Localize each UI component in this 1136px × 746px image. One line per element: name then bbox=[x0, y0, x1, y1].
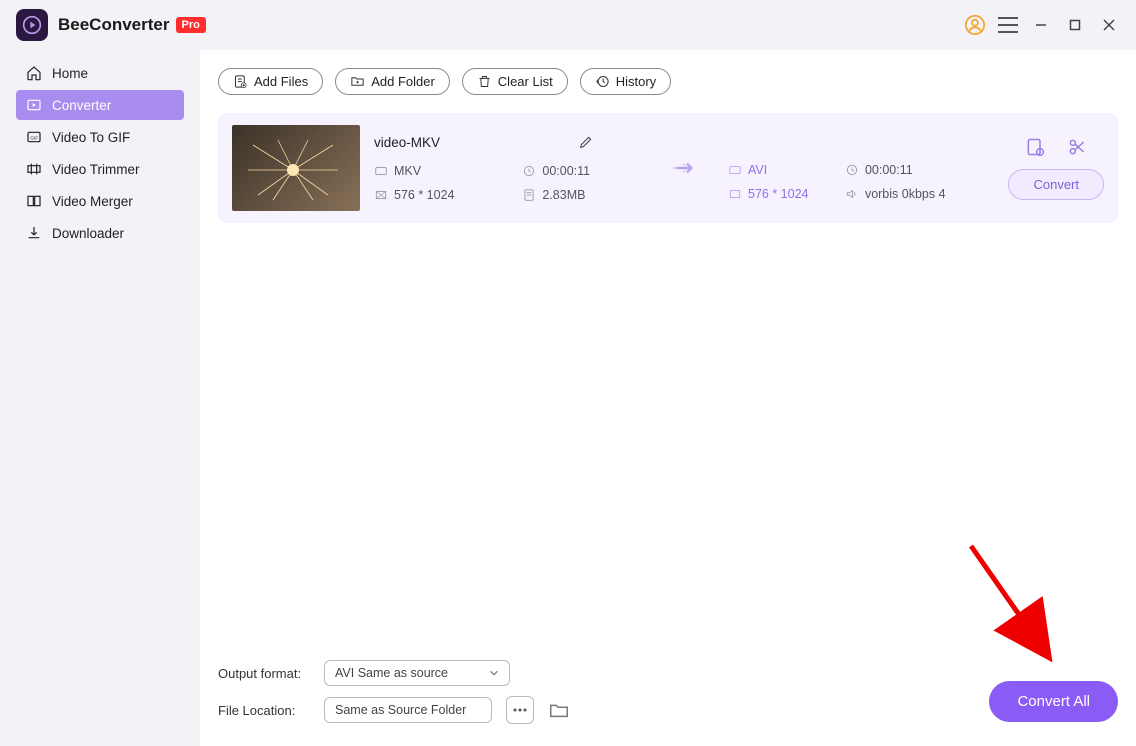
dst-audio: vorbis 0kbps 4 bbox=[845, 187, 958, 201]
history-button[interactable]: History bbox=[580, 68, 671, 95]
button-label: Clear List bbox=[498, 74, 553, 89]
button-label: Add Files bbox=[254, 74, 308, 89]
history-icon bbox=[595, 74, 610, 89]
trimmer-icon bbox=[26, 161, 42, 177]
sidebar-item-label: Home bbox=[52, 66, 88, 81]
download-icon bbox=[26, 225, 42, 241]
dst-resolution[interactable]: 576 * 1024 bbox=[728, 187, 821, 201]
minimize-button[interactable] bbox=[1030, 14, 1052, 36]
output-format-label: Output format: bbox=[218, 666, 310, 681]
merger-icon bbox=[26, 193, 42, 209]
sidebar-item-gif[interactable]: GIF Video To GIF bbox=[16, 122, 184, 152]
file-card: video-MKV MKV 00:00:11 576 * 1024 2.83MB… bbox=[218, 113, 1118, 223]
open-folder-icon[interactable] bbox=[548, 699, 570, 721]
sidebar-item-label: Converter bbox=[52, 98, 111, 113]
pro-badge: Pro bbox=[176, 17, 206, 33]
src-duration: 00:00:11 bbox=[522, 164, 634, 178]
maximize-button[interactable] bbox=[1064, 14, 1086, 36]
src-size: 2.83MB bbox=[522, 188, 634, 202]
sidebar-item-label: Video Merger bbox=[52, 194, 133, 209]
select-value: Same as Source Folder bbox=[335, 703, 466, 717]
settings-icon[interactable] bbox=[1025, 137, 1045, 157]
file-title: video-MKV bbox=[374, 135, 440, 150]
output-format-select[interactable]: AVI Same as source bbox=[324, 660, 510, 686]
app-logo bbox=[16, 9, 48, 41]
output-info: AVI 00:00:11 576 * 1024 vorbis 0kbps 4 bbox=[728, 135, 958, 201]
select-value: AVI Same as source bbox=[335, 666, 448, 680]
menu-icon[interactable] bbox=[998, 17, 1018, 33]
file-location-select[interactable]: Same as Source Folder bbox=[324, 697, 492, 723]
toolbar: Add Files Add Folder Clear List History bbox=[218, 68, 1118, 95]
dots-icon bbox=[513, 708, 527, 712]
app-name: BeeConverter bbox=[58, 15, 170, 35]
convert-all-button[interactable]: Convert All bbox=[989, 681, 1118, 722]
src-format: MKV bbox=[374, 164, 498, 178]
chevron-down-icon bbox=[489, 668, 499, 678]
gif-icon: GIF bbox=[26, 129, 42, 145]
more-options-button[interactable] bbox=[506, 696, 534, 724]
arrow-right-icon bbox=[666, 159, 696, 177]
button-label: Add Folder bbox=[371, 74, 435, 89]
sidebar-item-trimmer[interactable]: Video Trimmer bbox=[16, 154, 184, 184]
sidebar-item-downloader[interactable]: Downloader bbox=[16, 218, 184, 248]
trash-icon bbox=[477, 74, 492, 89]
add-files-button[interactable]: Add Files bbox=[218, 68, 323, 95]
svg-text:GIF: GIF bbox=[30, 135, 38, 140]
titlebar: BeeConverter Pro bbox=[0, 0, 1136, 50]
file-plus-icon bbox=[233, 74, 248, 89]
user-icon[interactable] bbox=[964, 14, 986, 36]
sparkler-icon bbox=[233, 130, 353, 210]
clear-list-button[interactable]: Clear List bbox=[462, 68, 568, 95]
bottom-bar: Output format: AVI Same as source File L… bbox=[218, 652, 1118, 746]
sidebar: Home Converter GIF Video To GIF Video Tr… bbox=[0, 50, 200, 746]
edit-icon[interactable] bbox=[578, 134, 594, 150]
sidebar-item-label: Downloader bbox=[52, 226, 124, 241]
dst-duration: 00:00:11 bbox=[845, 163, 958, 177]
logo-play-icon bbox=[22, 15, 42, 35]
sidebar-item-label: Video Trimmer bbox=[52, 162, 140, 177]
close-button[interactable] bbox=[1098, 14, 1120, 36]
sidebar-item-home[interactable]: Home bbox=[16, 58, 184, 88]
dst-format[interactable]: AVI bbox=[728, 163, 821, 177]
button-label: History bbox=[616, 74, 656, 89]
sidebar-item-converter[interactable]: Converter bbox=[16, 90, 184, 120]
sidebar-item-label: Video To GIF bbox=[52, 130, 130, 145]
scissors-icon[interactable] bbox=[1067, 137, 1087, 157]
video-thumbnail[interactable] bbox=[232, 125, 360, 211]
main-panel: Add Files Add Folder Clear List History bbox=[200, 50, 1136, 746]
home-icon bbox=[26, 65, 42, 81]
convert-button[interactable]: Convert bbox=[1008, 169, 1104, 200]
sidebar-item-merger[interactable]: Video Merger bbox=[16, 186, 184, 216]
converter-icon bbox=[26, 97, 42, 113]
folder-plus-icon bbox=[350, 74, 365, 89]
add-folder-button[interactable]: Add Folder bbox=[335, 68, 450, 95]
src-resolution: 576 * 1024 bbox=[374, 188, 498, 202]
source-info: video-MKV MKV 00:00:11 576 * 1024 2.83MB bbox=[374, 134, 634, 202]
file-location-label: File Location: bbox=[218, 703, 310, 718]
